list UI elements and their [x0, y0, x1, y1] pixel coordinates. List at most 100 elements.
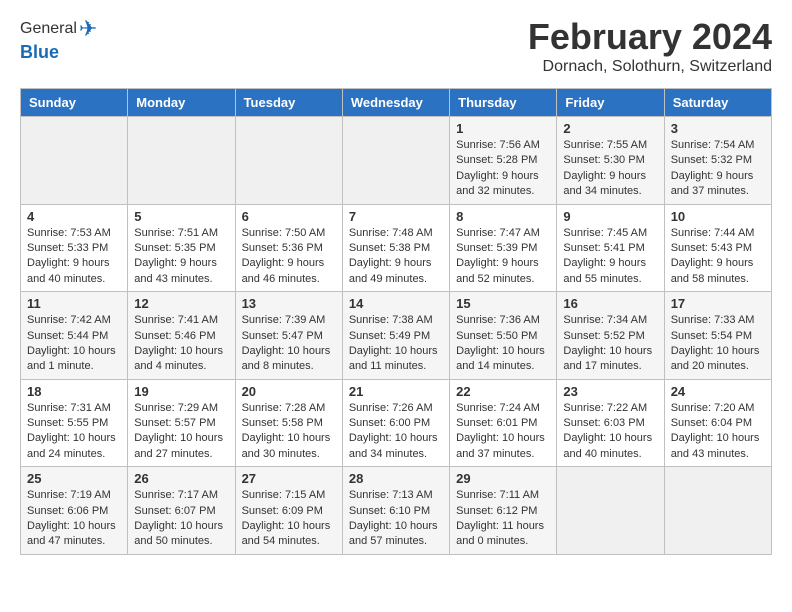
calendar-cell: 24 Sunrise: 7:20 AMSunset: 6:04 PMDayligh…	[664, 379, 771, 467]
calendar-cell: 1 Sunrise: 7:56 AMSunset: 5:28 PMDaylight…	[450, 117, 557, 205]
column-header-thursday: Thursday	[450, 89, 557, 117]
calendar-cell: 5 Sunrise: 7:51 AMSunset: 5:35 PMDaylight…	[128, 204, 235, 292]
column-header-saturday: Saturday	[664, 89, 771, 117]
calendar-cell: 16 Sunrise: 7:34 AMSunset: 5:52 PMDayligh…	[557, 292, 664, 380]
calendar-cell: 25 Sunrise: 7:19 AMSunset: 6:06 PMDayligh…	[21, 467, 128, 555]
logo-icon: ✈	[79, 16, 97, 42]
column-header-monday: Monday	[128, 89, 235, 117]
day-info: Sunrise: 7:51 AMSunset: 5:35 PMDaylight:…	[134, 226, 228, 288]
day-number: 15	[456, 296, 550, 311]
calendar-week-3: 11 Sunrise: 7:42 AMSunset: 5:44 PMDayligh…	[21, 292, 772, 380]
day-number: 13	[242, 296, 336, 311]
day-number: 18	[27, 384, 121, 399]
day-number: 17	[671, 296, 765, 311]
calendar-cell: 2Sunrise: 7:55 AMSunset: 5:30 PMDaylight…	[557, 117, 664, 205]
day-info: Sunrise: 7:31 AMSunset: 5:55 PMDaylight:…	[27, 401, 121, 463]
day-number: 1	[456, 121, 550, 136]
day-number: 24	[671, 384, 765, 399]
day-number: 9	[563, 209, 657, 224]
calendar-cell	[342, 117, 449, 205]
calendar-cell: 23Sunrise: 7:22 AMSunset: 6:03 PMDayligh…	[557, 379, 664, 467]
calendar-week-1: 1 Sunrise: 7:56 AMSunset: 5:28 PMDaylight…	[21, 117, 772, 205]
day-info: Sunrise: 7:13 AMSunset: 6:10 PMDaylight:…	[349, 488, 443, 550]
calendar-cell: 26 Sunrise: 7:17 AMSunset: 6:07 PMDayligh…	[128, 467, 235, 555]
day-info: Sunrise: 7:19 AMSunset: 6:06 PMDaylight:…	[27, 488, 121, 550]
day-info: Sunrise: 7:48 AMSunset: 5:38 PMDaylight:…	[349, 226, 443, 288]
calendar-cell: 13Sunrise: 7:39 AMSunset: 5:47 PMDayligh…	[235, 292, 342, 380]
calendar-title: February 2024	[528, 16, 772, 58]
calendar-cell: 28 Sunrise: 7:13 AMSunset: 6:10 PMDayligh…	[342, 467, 449, 555]
day-number: 2	[563, 121, 657, 136]
day-number: 6	[242, 209, 336, 224]
calendar-cell: 20 Sunrise: 7:28 AMSunset: 5:58 PMDayligh…	[235, 379, 342, 467]
day-number: 26	[134, 471, 228, 486]
day-info: Sunrise: 7:38 AMSunset: 5:49 PMDaylight:…	[349, 313, 443, 375]
logo-general-text: General	[20, 20, 77, 38]
day-info: Sunrise: 7:28 AMSunset: 5:58 PMDaylight:…	[242, 401, 336, 463]
calendar-cell: 27Sunrise: 7:15 AMSunset: 6:09 PMDayligh…	[235, 467, 342, 555]
calendar-cell: 14 Sunrise: 7:38 AMSunset: 5:49 PMDayligh…	[342, 292, 449, 380]
logo-blue-text: Blue	[20, 42, 97, 63]
day-info: Sunrise: 7:53 AMSunset: 5:33 PMDaylight:…	[27, 226, 121, 288]
column-header-wednesday: Wednesday	[342, 89, 449, 117]
day-number: 16	[563, 296, 657, 311]
day-number: 22	[456, 384, 550, 399]
day-number: 10	[671, 209, 765, 224]
day-number: 3	[671, 121, 765, 136]
calendar-cell: 11 Sunrise: 7:42 AMSunset: 5:44 PMDayligh…	[21, 292, 128, 380]
day-info: Sunrise: 7:56 AMSunset: 5:28 PMDaylight:…	[456, 138, 550, 200]
day-number: 28	[349, 471, 443, 486]
day-number: 5	[134, 209, 228, 224]
day-info: Sunrise: 7:50 AMSunset: 5:36 PMDaylight:…	[242, 226, 336, 288]
day-number: 19	[134, 384, 228, 399]
day-info: Sunrise: 7:42 AMSunset: 5:44 PMDaylight:…	[27, 313, 121, 375]
calendar-cell: 6 Sunrise: 7:50 AMSunset: 5:36 PMDaylight…	[235, 204, 342, 292]
column-header-sunday: Sunday	[21, 89, 128, 117]
calendar-cell	[235, 117, 342, 205]
calendar-cell: 3 Sunrise: 7:54 AMSunset: 5:32 PMDaylight…	[664, 117, 771, 205]
day-info: Sunrise: 7:33 AMSunset: 5:54 PMDaylight:…	[671, 313, 765, 375]
calendar-cell: 29Sunrise: 7:11 AMSunset: 6:12 PMDayligh…	[450, 467, 557, 555]
day-number: 29	[456, 471, 550, 486]
logo: General ✈ Blue	[20, 16, 97, 63]
calendar-cell: 4 Sunrise: 7:53 AMSunset: 5:33 PMDaylight…	[21, 204, 128, 292]
calendar-cell: 15 Sunrise: 7:36 AMSunset: 5:50 PMDayligh…	[450, 292, 557, 380]
calendar-cell: 21 Sunrise: 7:26 AMSunset: 6:00 PMDayligh…	[342, 379, 449, 467]
calendar-week-4: 18 Sunrise: 7:31 AMSunset: 5:55 PMDayligh…	[21, 379, 772, 467]
calendar-week-5: 25 Sunrise: 7:19 AMSunset: 6:06 PMDayligh…	[21, 467, 772, 555]
column-header-friday: Friday	[557, 89, 664, 117]
day-info: Sunrise: 7:54 AMSunset: 5:32 PMDaylight:…	[671, 138, 765, 200]
day-number: 4	[27, 209, 121, 224]
day-number: 25	[27, 471, 121, 486]
calendar-cell: 8Sunrise: 7:47 AMSunset: 5:39 PMDaylight…	[450, 204, 557, 292]
day-number: 21	[349, 384, 443, 399]
day-info: Sunrise: 7:34 AMSunset: 5:52 PMDaylight:…	[563, 313, 657, 375]
day-number: 11	[27, 296, 121, 311]
day-info: Sunrise: 7:45 AMSunset: 5:41 PMDaylight:…	[563, 226, 657, 288]
header-area: General ✈ Blue February 2024 Dornach, So…	[20, 16, 772, 76]
day-number: 12	[134, 296, 228, 311]
day-info: Sunrise: 7:22 AMSunset: 6:03 PMDaylight:…	[563, 401, 657, 463]
calendar-cell: 22Sunrise: 7:24 AMSunset: 6:01 PMDayligh…	[450, 379, 557, 467]
day-info: Sunrise: 7:17 AMSunset: 6:07 PMDaylight:…	[134, 488, 228, 550]
day-info: Sunrise: 7:26 AMSunset: 6:00 PMDaylight:…	[349, 401, 443, 463]
day-info: Sunrise: 7:41 AMSunset: 5:46 PMDaylight:…	[134, 313, 228, 375]
calendar-cell: 19Sunrise: 7:29 AMSunset: 5:57 PMDayligh…	[128, 379, 235, 467]
calendar-cell: 18 Sunrise: 7:31 AMSunset: 5:55 PMDayligh…	[21, 379, 128, 467]
day-info: Sunrise: 7:36 AMSunset: 5:50 PMDaylight:…	[456, 313, 550, 375]
day-number: 7	[349, 209, 443, 224]
calendar-cell: 17 Sunrise: 7:33 AMSunset: 5:54 PMDayligh…	[664, 292, 771, 380]
calendar-cell	[128, 117, 235, 205]
day-number: 14	[349, 296, 443, 311]
day-info: Sunrise: 7:20 AMSunset: 6:04 PMDaylight:…	[671, 401, 765, 463]
calendar-table: SundayMondayTuesdayWednesdayThursdayFrid…	[20, 88, 772, 555]
page-container: General ✈ Blue February 2024 Dornach, So…	[0, 0, 792, 571]
calendar-cell: 12 Sunrise: 7:41 AMSunset: 5:46 PMDayligh…	[128, 292, 235, 380]
day-info: Sunrise: 7:15 AMSunset: 6:09 PMDaylight:…	[242, 488, 336, 550]
calendar-subtitle: Dornach, Solothurn, Switzerland	[528, 58, 772, 76]
calendar-week-2: 4 Sunrise: 7:53 AMSunset: 5:33 PMDaylight…	[21, 204, 772, 292]
calendar-cell	[664, 467, 771, 555]
day-number: 20	[242, 384, 336, 399]
calendar-cell: 10Sunrise: 7:44 AMSunset: 5:43 PMDayligh…	[664, 204, 771, 292]
day-number: 8	[456, 209, 550, 224]
